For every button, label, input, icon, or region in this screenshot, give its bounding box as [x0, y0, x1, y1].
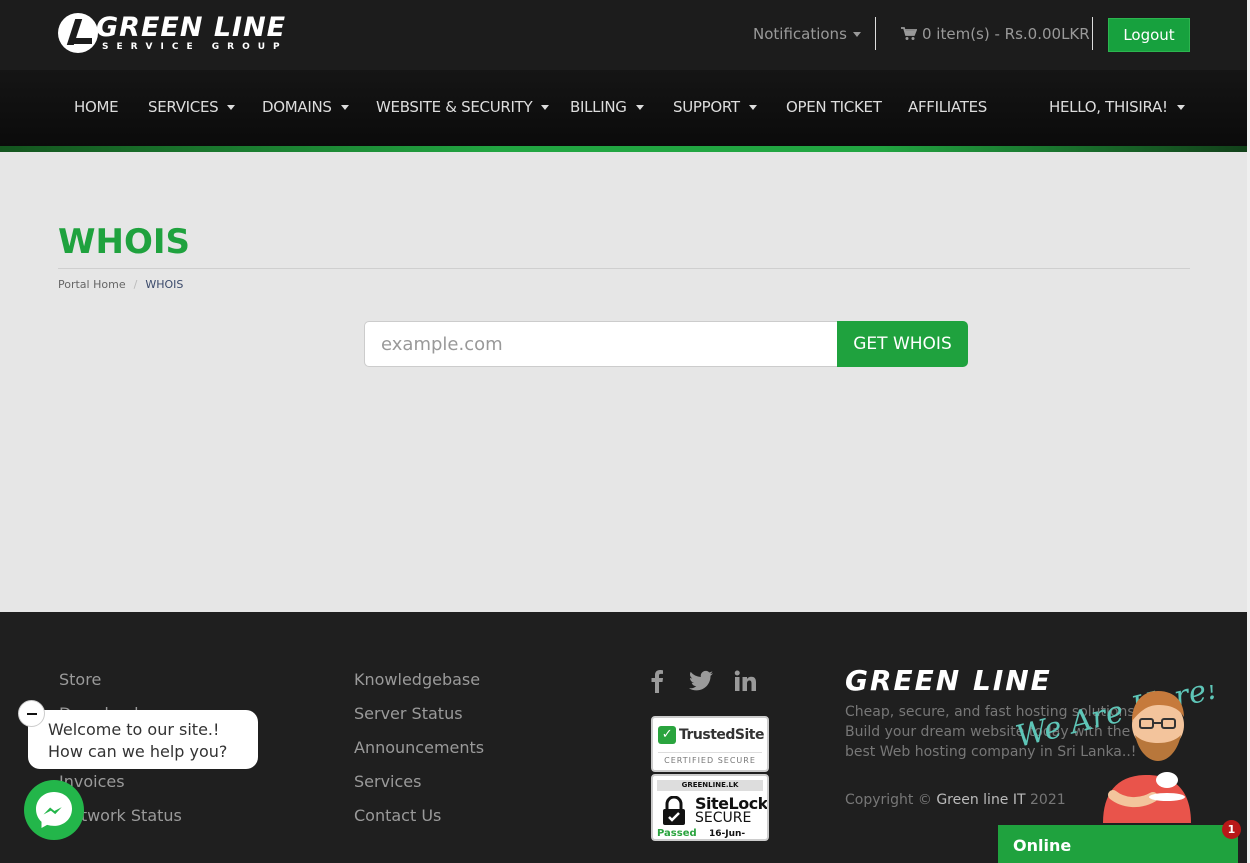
chat-close-icon[interactable] [18, 700, 45, 727]
check-icon: ✓ [658, 726, 676, 744]
mascot-text: We Are Here! [1015, 685, 1222, 755]
caret-down-icon [635, 105, 644, 110]
footer-link-knowledgebase[interactable]: Knowledgebase [354, 663, 484, 697]
logo-title: GREEN LINE [96, 12, 287, 43]
nav-services[interactable]: SERVICES [148, 98, 236, 116]
nav-billing[interactable]: BILLING [570, 98, 644, 116]
caret-down-icon [1176, 105, 1185, 110]
nav-home[interactable]: HOME [74, 98, 119, 116]
padlock-icon [663, 796, 685, 825]
footer-link-server-status[interactable]: Server Status [354, 697, 484, 731]
cart-icon [901, 27, 917, 40]
divider [875, 17, 876, 50]
notifications-dropdown[interactable]: Notifications [753, 25, 861, 43]
breadcrumb-current: WHOIS [145, 278, 184, 291]
nav-website-security[interactable]: WEBSITE & SECURITY [376, 98, 550, 116]
breadcrumb: Portal Home / WHOIS [58, 278, 184, 291]
facebook-icon[interactable] [646, 669, 668, 693]
cart-summary: 0 item(s) - Rs.0.00LKR [922, 25, 1090, 43]
caret-down-icon [227, 105, 236, 110]
messenger-button[interactable] [24, 780, 84, 840]
footer-link-store[interactable]: Store [59, 663, 182, 697]
trustedsite-sub: CERTIFIED SECURE [658, 752, 762, 765]
breadcrumb-home[interactable]: Portal Home [58, 278, 126, 291]
linkedin-icon[interactable] [734, 670, 756, 692]
sitelock-date: 16-Jun-2021 [709, 829, 746, 839]
get-whois-button[interactable]: GET WHOIS [837, 321, 968, 367]
sitelock-badge[interactable]: GREENLINE.LK SiteLock SECURE Passed 16-J… [651, 774, 769, 841]
social-links [646, 669, 756, 693]
logout-button[interactable]: Logout [1108, 18, 1190, 52]
caret-down-icon [340, 105, 349, 110]
brand-logo[interactable]: GREEN LINE SERVICE GROUP [58, 13, 288, 53]
footer-link-contact-us[interactable]: Contact Us [354, 799, 484, 833]
sitelock-sub: SECURE [695, 810, 752, 826]
sitelock-passed: Passed [657, 828, 697, 839]
caret-down-icon [541, 105, 550, 110]
twitter-icon[interactable] [689, 670, 713, 692]
logo-mark-icon [58, 13, 98, 53]
footer-link-services[interactable]: Services [354, 765, 484, 799]
nav-affiliates[interactable]: AFFILIATES [908, 98, 987, 116]
nav-domains[interactable]: DOMAINS [262, 98, 349, 116]
page-title: WHOIS [58, 222, 190, 262]
caret-down-icon [748, 105, 757, 110]
messenger-icon [36, 792, 72, 828]
sitelock-domain: GREENLINE.LK [657, 780, 763, 791]
copyright-brand-link[interactable]: Green line IT [936, 792, 1025, 808]
main-nav: HOME SERVICES DOMAINS WEBSITE & SECURITY… [0, 70, 1250, 146]
unread-count-badge: 1 [1222, 820, 1241, 839]
mascot-illustration: We Are Here! [1015, 685, 1222, 823]
chat-welcome-bubble[interactable]: Welcome to our site.! How can we help yo… [28, 710, 258, 769]
cart-link[interactable]: 0 item(s) - Rs.0.00LKR [901, 25, 1090, 43]
online-chat-bar[interactable]: Online [998, 825, 1238, 863]
trustedsite-badge[interactable]: ✓ TrustedSite CERTIFIED SECURE [651, 716, 769, 772]
divider [1092, 17, 1093, 50]
nav-open-ticket[interactable]: OPEN TICKET [786, 98, 882, 116]
domain-search-input[interactable] [364, 321, 838, 367]
caret-down-icon [852, 32, 861, 37]
accent-strip [0, 146, 1250, 152]
title-divider [58, 268, 1190, 269]
footer-links-col2: Knowledgebase Server Status Announcement… [354, 663, 484, 833]
nav-support[interactable]: SUPPORT [673, 98, 757, 116]
top-bar: GREEN LINE SERVICE GROUP Notifications 0… [0, 0, 1250, 70]
nav-user-menu[interactable]: HELLO, THISIRA! [1049, 98, 1185, 116]
trustedsite-label: TrustedSite [679, 727, 765, 743]
logo-subtitle: SERVICE GROUP [102, 42, 288, 52]
notifications-label: Notifications [753, 25, 847, 43]
footer-link-announcements[interactable]: Announcements [354, 731, 484, 765]
